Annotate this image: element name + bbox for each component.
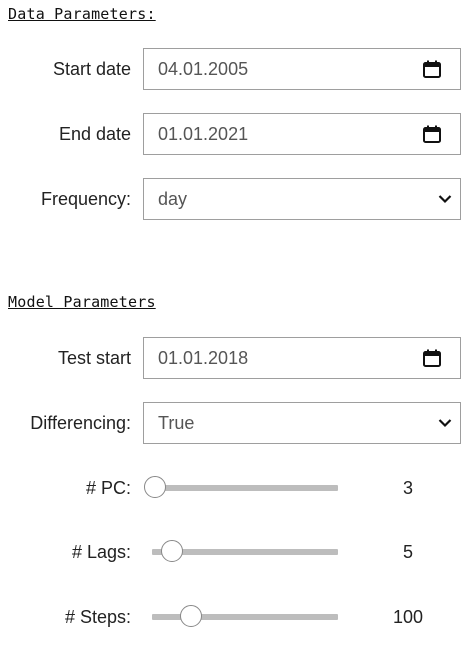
steps-slider-thumb[interactable]	[180, 605, 203, 627]
end-date-input[interactable]: 01.01.2021	[143, 113, 461, 155]
chevron-down-icon	[438, 195, 452, 204]
test-start-input[interactable]: 01.01.2018	[143, 337, 461, 379]
differencing-value: True	[158, 413, 195, 433]
frequency-row: Frequency: day	[0, 178, 476, 220]
start-date-input[interactable]: 04.01.2005	[143, 48, 461, 90]
pc-slider-thumb[interactable]	[144, 476, 166, 498]
differencing-select[interactable]: True	[143, 402, 461, 444]
differencing-label: Differencing:	[30, 413, 131, 433]
frequency-select[interactable]: day	[143, 178, 461, 220]
steps-value: 100	[392, 607, 424, 627]
calendar-icon[interactable]	[423, 60, 441, 78]
end-date-row: End date 01.01.2021	[0, 113, 476, 155]
steps-label: # Steps:	[64, 607, 131, 627]
calendar-icon[interactable]	[423, 349, 441, 367]
test-start-value: 01.01.2018	[158, 348, 249, 368]
lags-row: # Lags: 5	[0, 532, 476, 572]
start-date-label: Start date	[52, 59, 131, 79]
start-date-value: 04.01.2005	[158, 59, 249, 79]
lags-value: 5	[402, 542, 413, 562]
start-date-row: Start date 04.01.2005	[0, 48, 476, 90]
frequency-value: day	[158, 189, 188, 209]
end-date-label: End date	[58, 124, 131, 144]
steps-row: # Steps: 100	[0, 597, 476, 637]
test-start-row: Test start 01.01.2018	[0, 337, 476, 379]
pc-value: 3	[402, 478, 413, 498]
model-parameters-title: Model Parameters	[8, 293, 156, 311]
end-date-value: 01.01.2021	[158, 124, 249, 144]
pc-label: # PC:	[85, 478, 131, 498]
frequency-label: Frequency:	[40, 189, 131, 209]
data-parameters-title: Data Parameters:	[8, 5, 156, 23]
differencing-row: Differencing: True	[0, 402, 476, 444]
lags-slider-thumb[interactable]	[161, 540, 184, 562]
pc-slider-track[interactable]	[152, 485, 338, 491]
lags-label: # Lags:	[71, 542, 131, 562]
pc-row: # PC: 3	[0, 468, 476, 508]
chevron-down-icon	[438, 419, 452, 428]
calendar-icon[interactable]	[423, 125, 441, 143]
test-start-label: Test start	[57, 348, 131, 368]
